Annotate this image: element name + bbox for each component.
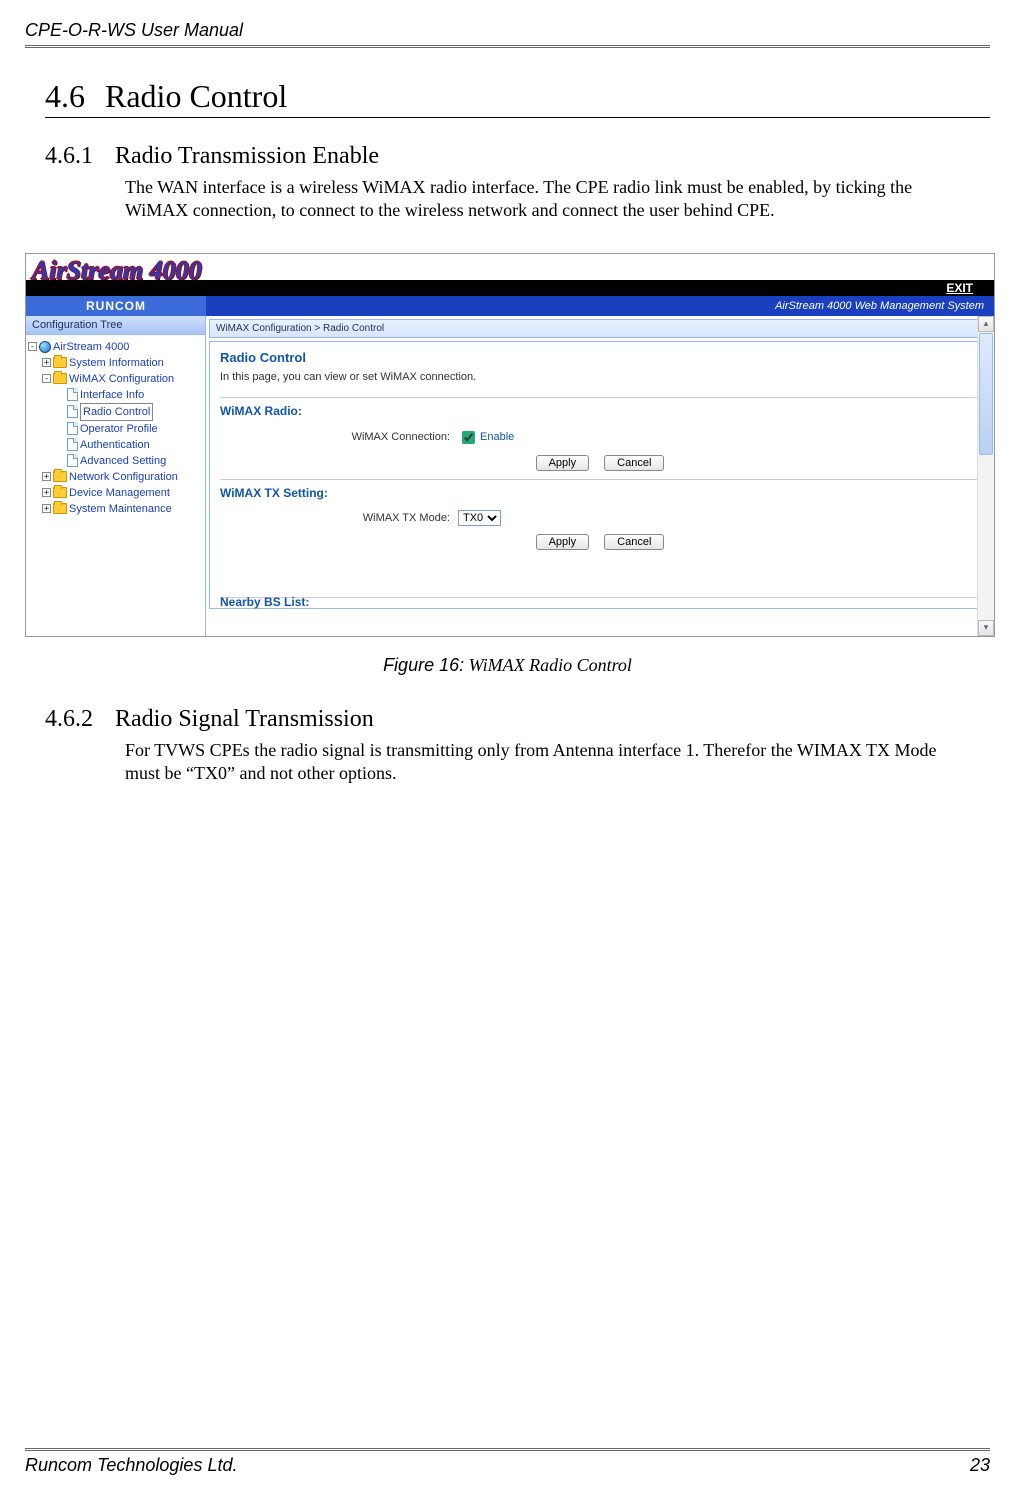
folder-icon: [53, 487, 67, 498]
folder-icon: [53, 503, 67, 514]
tree-radio-control[interactable]: Radio Control: [28, 403, 203, 421]
tree-label: Interface Info: [80, 387, 144, 403]
tree-label: Operator Profile: [80, 421, 158, 437]
page-header: CPE-O-R-WS User Manual: [25, 20, 990, 48]
page-icon: [67, 422, 78, 435]
tree-system-maintenance[interactable]: + System Maintenance: [28, 501, 203, 517]
tree-label: System Information: [69, 355, 164, 371]
globe-icon: [39, 341, 51, 353]
page-icon: [67, 438, 78, 451]
panel: Radio Control In this page, you can view…: [209, 341, 991, 609]
tree-network-configuration[interactable]: + Network Configuration: [28, 469, 203, 485]
tree-label: Advanced Setting: [80, 453, 166, 469]
panel-description: In this page, you can view or set WiMAX …: [220, 371, 980, 383]
tree-label: Device Management: [69, 485, 170, 501]
heading-num: 4.6.2: [45, 706, 115, 733]
tree-label-selected: Radio Control: [80, 403, 153, 421]
scrollbar[interactable]: ▴ ▾: [977, 316, 994, 636]
content-area: WiMAX Configuration > Radio Control Radi…: [206, 316, 994, 636]
config-tree-header: Configuration Tree: [26, 316, 205, 335]
wimax-tx-mode-label: WiMAX TX Mode:: [330, 512, 450, 524]
scroll-up-icon[interactable]: ▴: [978, 316, 994, 332]
section-nearby-bs: Nearby BS List:: [220, 595, 309, 609]
heading-num: 4.6: [45, 78, 105, 115]
expander-icon[interactable]: -: [42, 374, 51, 383]
tx-mode-select[interactable]: TX0: [458, 510, 501, 526]
tree-root[interactable]: - AirStream 4000: [28, 339, 203, 355]
heading-text: Radio Control: [105, 78, 287, 114]
cancel-button[interactable]: Cancel: [604, 534, 664, 550]
heading-4-6-1: 4.6.1Radio Transmission Enable: [45, 143, 990, 170]
tree-wimax-configuration[interactable]: - WiMAX Configuration: [28, 371, 203, 387]
figure-label: Figure 16:: [383, 655, 464, 675]
exit-link[interactable]: EXIT: [943, 280, 976, 296]
expander-icon[interactable]: +: [42, 504, 51, 513]
sidebar: Configuration Tree - AirStream 4000 + Syst…: [26, 316, 206, 636]
runcom-label: RUNCOM: [26, 296, 206, 316]
tree-label: Authentication: [80, 437, 150, 453]
tree-interface-info[interactable]: Interface Info: [28, 387, 203, 403]
tree-label: Network Configuration: [69, 469, 178, 485]
heading-num: 4.6.1: [45, 143, 115, 170]
page-icon: [67, 454, 78, 467]
page-footer: Runcom Technologies Ltd. 23: [25, 1448, 990, 1476]
cancel-button[interactable]: Cancel: [604, 455, 664, 471]
folder-icon: [53, 357, 67, 368]
page-icon: [67, 388, 78, 401]
apply-button[interactable]: Apply: [536, 455, 590, 471]
divider: [220, 597, 980, 598]
page-icon: [67, 405, 78, 418]
nav-tree: - AirStream 4000 + System Information - WiM…: [26, 335, 205, 521]
folder-icon: [53, 373, 67, 384]
tree-device-management[interactable]: + Device Management: [28, 485, 203, 501]
tree-system-information[interactable]: + System Information: [28, 355, 203, 371]
footer-page-number: 23: [970, 1455, 990, 1476]
body-text: For TVWS CPEs the radio signal is transm…: [125, 739, 975, 786]
top-black-strip: EXIT: [26, 280, 994, 296]
tree-operator-profile[interactable]: Operator Profile: [28, 421, 203, 437]
expander-icon[interactable]: +: [42, 472, 51, 481]
apply-button[interactable]: Apply: [536, 534, 590, 550]
expander-icon[interactable]: -: [28, 342, 37, 351]
wimax-connection-label: WiMAX Connection:: [330, 431, 450, 443]
heading-text: Radio Signal Transmission: [115, 706, 374, 732]
section-wimax-tx: WiMAX TX Setting:: [220, 479, 980, 500]
enable-label: Enable: [480, 431, 514, 443]
expander-icon[interactable]: +: [42, 358, 51, 367]
screenshot: AirStream 4000 EXIT RUNCOM AirStream 400…: [25, 253, 995, 637]
heading-4-6: 4.6Radio Control: [45, 78, 990, 118]
row-wimax-connection: WiMAX Connection: Enable: [330, 428, 980, 447]
scroll-thumb[interactable]: [979, 333, 993, 455]
figure-caption: Figure 16: WiMAX Radio Control: [25, 655, 990, 676]
row-wimax-tx-mode: WiMAX TX Mode: TX0: [330, 510, 980, 526]
body-text: The WAN interface is a wireless WiMAX ra…: [125, 176, 975, 223]
heading-text: Radio Transmission Enable: [115, 143, 379, 169]
tree-advanced-setting[interactable]: Advanced Setting: [28, 453, 203, 469]
expander-icon[interactable]: +: [42, 488, 51, 497]
mgmt-title: AirStream 4000 Web Management System: [206, 296, 994, 316]
folder-icon: [53, 471, 67, 482]
section-wimax-radio: WiMAX Radio:: [220, 397, 980, 418]
footer-left: Runcom Technologies Ltd.: [25, 1455, 237, 1476]
tree-label: AirStream 4000: [53, 339, 129, 355]
heading-4-6-2: 4.6.2Radio Signal Transmission: [45, 706, 990, 733]
breadcrumb: WiMAX Configuration > Radio Control: [209, 319, 991, 338]
enable-checkbox[interactable]: [462, 431, 475, 444]
figure-text: WiMAX Radio Control: [464, 655, 632, 675]
panel-title: Radio Control: [220, 350, 980, 365]
tree-label: WiMAX Configuration: [69, 371, 174, 387]
sub-header: RUNCOM AirStream 4000 Web Management Sys…: [26, 296, 994, 316]
tree-label: System Maintenance: [69, 501, 172, 517]
tree-authentication[interactable]: Authentication: [28, 437, 203, 453]
scroll-down-icon[interactable]: ▾: [978, 620, 994, 636]
